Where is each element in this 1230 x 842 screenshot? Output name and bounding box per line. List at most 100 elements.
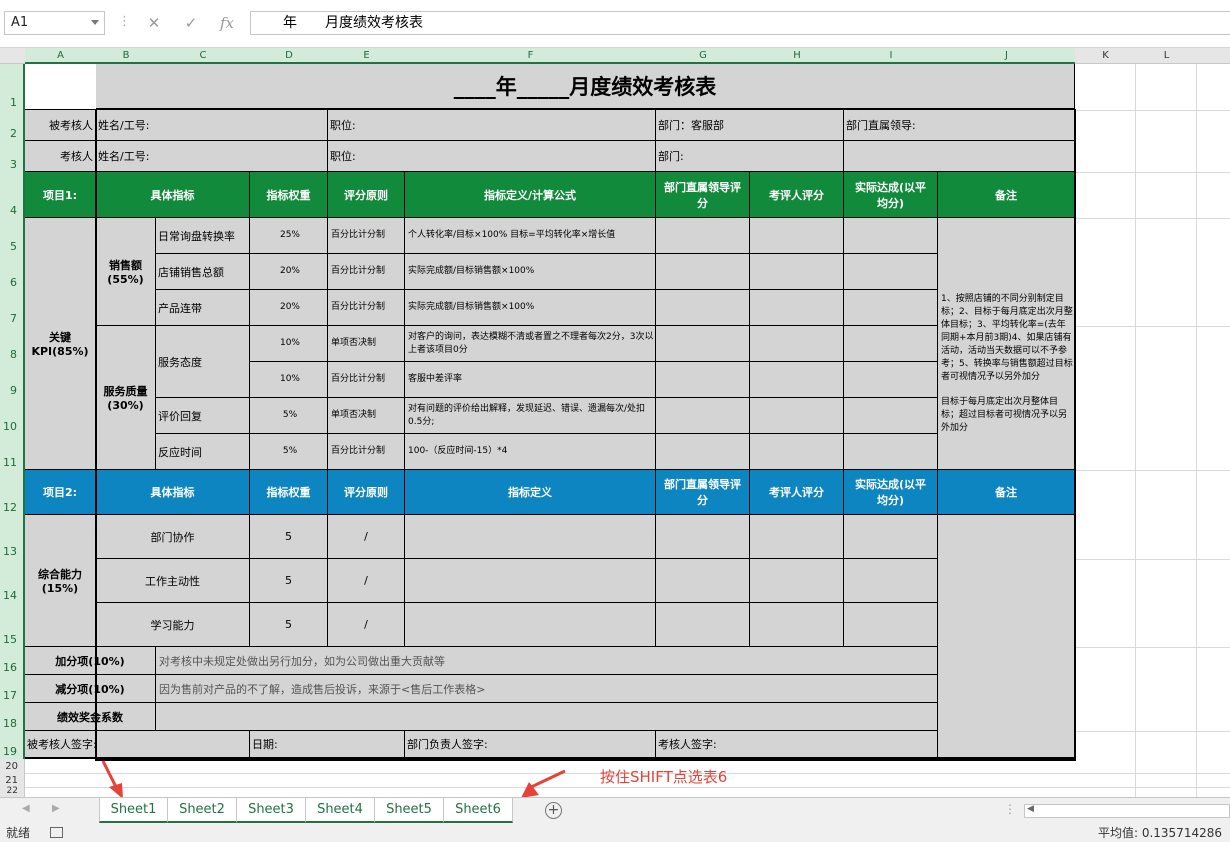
- score-cell[interactable]: [656, 515, 750, 559]
- sec2-project[interactable]: 项目2:: [25, 470, 96, 515]
- appraisee-name-id[interactable]: 姓名/工号:: [96, 110, 328, 141]
- deduct-text[interactable]: 因为售前对产品的不了解，造成售后投诉，来源于<售后工作表格>: [156, 675, 938, 703]
- sec1-leader-score[interactable]: 部门直属领导评分: [656, 172, 750, 218]
- report-title[interactable]: ____年_____月度绩效考核表: [96, 64, 1075, 110]
- kpi-item-definition[interactable]: 实际完成额/目标销售额×100%: [405, 290, 656, 326]
- select-all-corner[interactable]: [0, 48, 25, 64]
- kpi-item-name[interactable]: 店铺销售总额: [156, 254, 250, 290]
- scroll-right-icon[interactable]: ▶: [52, 803, 60, 814]
- score-cell[interactable]: [656, 218, 750, 254]
- row-header-14[interactable]: 14: [0, 559, 25, 603]
- kpi-item-definition[interactable]: 实际完成额/目标销售额×100%: [405, 254, 656, 290]
- tab-sheet1[interactable]: Sheet1: [99, 798, 168, 823]
- row-header-1[interactable]: 1: [0, 64, 25, 110]
- row-header-4[interactable]: 4: [0, 172, 25, 218]
- kpi-remarks-bottom[interactable]: 目标于每月底定出次月整体目标；超过目标者可视情况予以另外加分: [938, 388, 1075, 470]
- more-icon[interactable]: ⋮: [118, 14, 131, 29]
- coefficient-label[interactable]: 绩效奖金系数: [25, 703, 156, 731]
- row-header-15[interactable]: 15: [0, 603, 25, 647]
- score-cell[interactable]: [656, 559, 750, 603]
- row-header-20[interactable]: 20: [0, 759, 25, 773]
- appraiser-signature[interactable]: 考核人签字:: [656, 731, 938, 759]
- sec1-actual[interactable]: 实际达成(以平均分): [844, 172, 938, 218]
- sec2-weight[interactable]: 指标权重: [250, 470, 328, 515]
- cell-a1[interactable]: [25, 64, 96, 110]
- score-cell[interactable]: [656, 603, 750, 647]
- sec2-actual[interactable]: 实际达成(以平均分): [844, 470, 938, 515]
- kpi-item-principle[interactable]: 百分比计分制: [328, 218, 405, 254]
- column-header-f[interactable]: F: [405, 48, 656, 64]
- kpi-item-weight[interactable]: 5%: [250, 398, 328, 434]
- score-cell[interactable]: [656, 290, 750, 326]
- kpi-item-weight[interactable]: 5%: [250, 434, 328, 470]
- score-cell[interactable]: [750, 218, 844, 254]
- kpi-item-definition[interactable]: 客服中差评率: [405, 362, 656, 398]
- appraisee-dept[interactable]: 部门：客服部: [656, 110, 844, 141]
- ability-item-name[interactable]: 部门协作: [96, 515, 250, 559]
- tab-sheet6[interactable]: Sheet6: [444, 798, 513, 823]
- kpi-item-principle[interactable]: 百分比计分制: [328, 362, 405, 398]
- row-header-9[interactable]: 9: [0, 362, 25, 398]
- sec1-indicator[interactable]: 具体指标: [96, 172, 250, 218]
- score-cell[interactable]: [750, 434, 844, 470]
- score-cell[interactable]: [750, 362, 844, 398]
- score-cell[interactable]: [656, 398, 750, 434]
- coefficient-value[interactable]: [156, 703, 938, 731]
- bonus-text[interactable]: 对考核中未规定处做出另行加分，如为公司做出重大贡献等: [156, 647, 938, 675]
- row-header-7[interactable]: 7: [0, 290, 25, 326]
- more-icon[interactable]: ⋮: [1004, 802, 1016, 816]
- score-cell[interactable]: [750, 515, 844, 559]
- kpi-item-name[interactable]: 日常询盘转换率: [156, 218, 250, 254]
- sec2-remarks[interactable]: 备注: [938, 470, 1075, 515]
- row-header-3[interactable]: 3: [0, 141, 25, 172]
- tab-sheet4[interactable]: Sheet4: [306, 798, 375, 823]
- row-header-11[interactable]: 11: [0, 434, 25, 470]
- column-header-e[interactable]: E: [328, 48, 405, 64]
- kpi-item-name[interactable]: 服务态度: [156, 326, 250, 398]
- kpi-remarks[interactable]: 1、按照店铺的不同分别制定目标；2、目标于每月底定出次月整体目标；3、平均转化率…: [938, 218, 1075, 388]
- score-cell[interactable]: [844, 326, 938, 362]
- kpi-item-principle[interactable]: 单项否决制: [328, 398, 405, 434]
- score-cell[interactable]: [844, 434, 938, 470]
- ability-item-principle[interactable]: /: [328, 559, 405, 603]
- appraiser-dept[interactable]: 部门:: [656, 141, 844, 172]
- score-cell[interactable]: [656, 326, 750, 362]
- column-header-m[interactable]: [1197, 48, 1230, 64]
- column-header-b[interactable]: B: [96, 48, 156, 64]
- sec1-reviewer-score[interactable]: 考评人评分: [750, 172, 844, 218]
- kpi-item-weight[interactable]: 20%: [250, 290, 328, 326]
- column-header-a[interactable]: A: [25, 48, 96, 64]
- row-header-18[interactable]: 18: [0, 703, 25, 731]
- appraisee-label[interactable]: 被考核人: [25, 110, 96, 141]
- tab-sheet3[interactable]: Sheet3: [237, 798, 306, 823]
- kpi-item-name[interactable]: 产品连带: [156, 290, 250, 326]
- score-cell[interactable]: [844, 218, 938, 254]
- kpi-label[interactable]: 关键KPI(85%): [25, 218, 96, 470]
- kpi-item-definition[interactable]: 对有问题的评价给出解释，发现延迟、错误、遗漏每次/处扣0.5分;: [405, 398, 656, 434]
- kpi-item-principle[interactable]: 百分比计分制: [328, 290, 405, 326]
- sheet-grid[interactable]: ____年_____月度绩效考核表 被考核人 姓名/工号: 职位: 部门：客服部…: [25, 64, 1230, 797]
- kpi-item-weight[interactable]: 25%: [250, 218, 328, 254]
- score-cell[interactable]: [844, 290, 938, 326]
- score-cell[interactable]: [844, 559, 938, 603]
- kpi-item-weight[interactable]: 10%: [250, 362, 328, 398]
- score-cell[interactable]: [844, 362, 938, 398]
- kpi-item-name[interactable]: 评价回复: [156, 398, 250, 434]
- kpi-item-principle[interactable]: 百分比计分制: [328, 434, 405, 470]
- kpi-item-definition[interactable]: 对客户的询问，表达模糊不清或者置之不理者每次2分，3次以上者该项目0分: [405, 326, 656, 362]
- sec1-definition[interactable]: 指标定义/计算公式: [405, 172, 656, 218]
- horizontal-scrollbar[interactable]: ◀: [1024, 804, 1230, 818]
- kpi-item-definition[interactable]: 100-（反应时间-15）*4: [405, 434, 656, 470]
- row-header-10[interactable]: 10: [0, 398, 25, 434]
- appraisee-position[interactable]: 职位:: [328, 110, 656, 141]
- appraiser-label[interactable]: 考核人: [25, 141, 96, 172]
- row-header-13[interactable]: 13: [0, 515, 25, 559]
- kpi-item-weight[interactable]: 10%: [250, 326, 328, 362]
- score-cell[interactable]: [844, 603, 938, 647]
- column-header-c[interactable]: C: [156, 48, 250, 64]
- sec1-remarks[interactable]: 备注: [938, 172, 1075, 218]
- row-header-17[interactable]: 17: [0, 675, 25, 703]
- scroll-left-icon[interactable]: ◀: [22, 803, 30, 814]
- score-cell[interactable]: [844, 254, 938, 290]
- sales-group[interactable]: 销售额(55%): [96, 218, 156, 326]
